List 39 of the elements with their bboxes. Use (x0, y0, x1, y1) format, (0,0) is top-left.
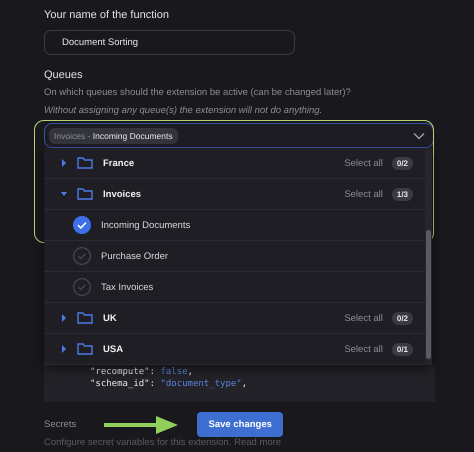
folder-row[interactable]: UK Select all 0/2 (44, 303, 425, 334)
count-badge: 0/1 (392, 342, 413, 356)
folder-name: Invoices (103, 188, 142, 200)
code-line: "recompute": false, (90, 366, 194, 378)
queue-name: Incoming Documents (101, 220, 190, 230)
name-field[interactable]: Document Sorting (44, 30, 295, 55)
select-all-link[interactable]: Select all (344, 344, 383, 354)
folder-name: UK (103, 312, 117, 324)
count-badge: 1/3 (392, 188, 413, 200)
select-all-link[interactable]: Select all (344, 312, 383, 324)
folder-name: France (103, 158, 134, 168)
select-all-link[interactable]: Select all (344, 158, 383, 168)
save-button[interactable]: Save changes (197, 412, 284, 437)
folder-icon (77, 312, 93, 324)
folder-icon (77, 188, 93, 200)
queue-name: Tax Invoices (101, 282, 154, 292)
code-line: "schema_id": "document_type", (90, 378, 248, 390)
queue-row[interactable]: Incoming Documents (44, 210, 425, 241)
folder-icon (77, 343, 93, 355)
folder-row[interactable]: Invoices Select all 1/3 (44, 179, 425, 210)
folder-row[interactable]: France Select all 0/2 (44, 148, 425, 179)
field-label: Your name of the function (44, 9, 170, 23)
queue-row[interactable]: Tax Invoices (44, 272, 425, 303)
section-title: Secrets (44, 419, 76, 430)
count-badge: 0/2 (392, 312, 413, 324)
section-title: Queues (44, 69, 84, 83)
queue-select[interactable]: Invoices - Incoming Documents (44, 123, 434, 148)
selected-queue-chip[interactable]: Invoices - Incoming Documents (49, 128, 178, 144)
queue-row[interactable]: Purchase Order (44, 241, 425, 272)
description-text: Configure secret variables for this extension. Read more (44, 437, 282, 449)
queue-name: Purchase Order (101, 250, 168, 262)
select-all-link[interactable]: Select all (344, 188, 383, 200)
description-text: On which queues should the extension be active (can be changed later)? (44, 87, 352, 100)
folder-name: USA (103, 344, 124, 354)
scrollbar[interactable] (425, 148, 432, 365)
chevron-down-icon (413, 132, 425, 140)
count-badge: 0/2 (392, 156, 413, 170)
folder-icon (77, 157, 93, 169)
note-text: Without assigning any queue(s) the extension will not do anything. (44, 105, 324, 118)
